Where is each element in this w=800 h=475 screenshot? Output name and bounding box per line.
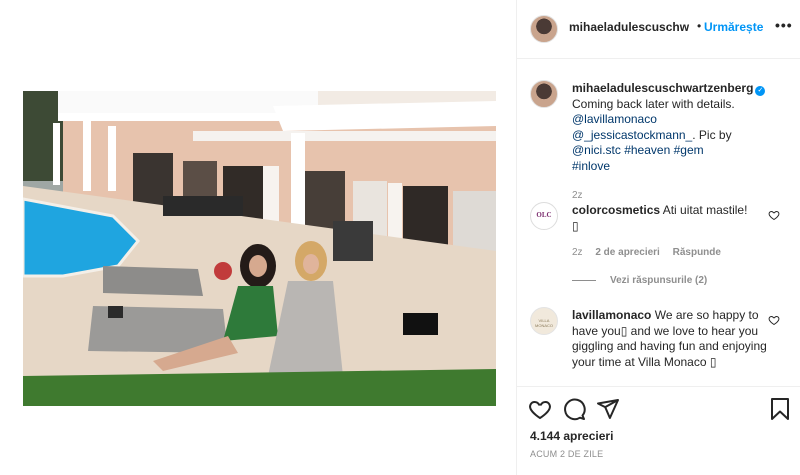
- avatar-logo-text: VILLA MONACO: [535, 318, 553, 328]
- heart-icon[interactable]: [528, 397, 552, 421]
- comment-likes[interactable]: 2 de aprecieri: [595, 247, 659, 258]
- mention-nici-stc[interactable]: @nici.stc: [572, 143, 621, 157]
- post-likes-count[interactable]: 4.144 aprecieri: [530, 429, 613, 443]
- avatar-logo-text: OLC: [536, 211, 552, 219]
- comment-like-heart-icon[interactable]: [768, 314, 780, 326]
- hashtag-inlove[interactable]: #inlove: [572, 159, 610, 173]
- post-media-area: [0, 0, 516, 475]
- caption-meta: 2z: [572, 190, 593, 201]
- reply-button[interactable]: Răspunde: [673, 247, 721, 258]
- comment-body: Ati uitat mastile!: [662, 203, 748, 217]
- villa-pool-photo: [23, 91, 496, 406]
- follow-button[interactable]: Urmărește: [704, 20, 763, 34]
- emoji-placeholder: ▯: [572, 218, 579, 233]
- comment-icon[interactable]: [562, 397, 586, 421]
- view-replies-link[interactable]: Vezi răspunsurile (2): [572, 275, 707, 286]
- post-actions-bar: 4.144 aprecieri ACUM 2 DE ZILE: [517, 386, 800, 475]
- author-avatar[interactable]: [530, 15, 558, 43]
- comment-text: lavillamonaco We are so happy to have yo…: [572, 308, 777, 370]
- post-photo[interactable]: [23, 91, 496, 406]
- hashtag-heaven[interactable]: #heaven: [624, 143, 670, 157]
- post-header: mihaeladulescuschw • Urmărește •••: [517, 0, 800, 59]
- caption-age[interactable]: 2z: [572, 190, 583, 201]
- comment-username[interactable]: colorcosmetics: [572, 203, 660, 217]
- hashtag-gem[interactable]: #gem: [674, 143, 704, 157]
- comment-text: colorcosmetics Ati uitat mastile! ▯: [572, 203, 777, 234]
- comments-list[interactable]: mihaeladulescuschwartzenberg ✓ Coming bac…: [517, 60, 800, 390]
- caption-author-avatar[interactable]: [530, 80, 558, 108]
- comment-meta: 2z 2 de aprecieri Răspunde: [572, 247, 731, 258]
- caption-line1: Coming back later with details.: [572, 96, 735, 111]
- replies-divider: [572, 279, 596, 281]
- comment-age[interactable]: 2z: [572, 247, 583, 258]
- author-username[interactable]: mihaeladulescuschw: [569, 20, 689, 34]
- mention-jessicastockmann[interactable]: @_jessicastockmann_: [572, 128, 692, 142]
- caption-line2-prefix: . Pic by: [692, 127, 732, 142]
- post-timestamp[interactable]: ACUM 2 DE ZILE: [530, 449, 603, 459]
- post-side-panel: mihaeladulescuschw • Urmărește ••• mihae…: [516, 0, 800, 475]
- caption-username[interactable]: mihaeladulescuschwartzenberg: [572, 81, 753, 95]
- comment-username[interactable]: lavillamonaco: [572, 308, 651, 322]
- bookmark-icon[interactable]: [768, 397, 792, 421]
- commenter-avatar[interactable]: VILLA MONACO: [530, 307, 558, 335]
- verified-badge-icon: ✓: [755, 86, 766, 96]
- comment-like-heart-icon[interactable]: [768, 209, 780, 221]
- caption-text: mihaeladulescuschwartzenberg ✓ Coming bac…: [572, 81, 777, 174]
- header-separator: •: [697, 19, 702, 33]
- commenter-avatar[interactable]: OLC: [530, 202, 558, 230]
- view-replies-label[interactable]: Vezi răspunsurile (2): [610, 275, 707, 286]
- paper-plane-icon[interactable]: [596, 397, 620, 421]
- mention-lavillamonaco[interactable]: @lavillamonaco: [572, 112, 657, 126]
- more-options-icon[interactable]: •••: [775, 17, 793, 33]
